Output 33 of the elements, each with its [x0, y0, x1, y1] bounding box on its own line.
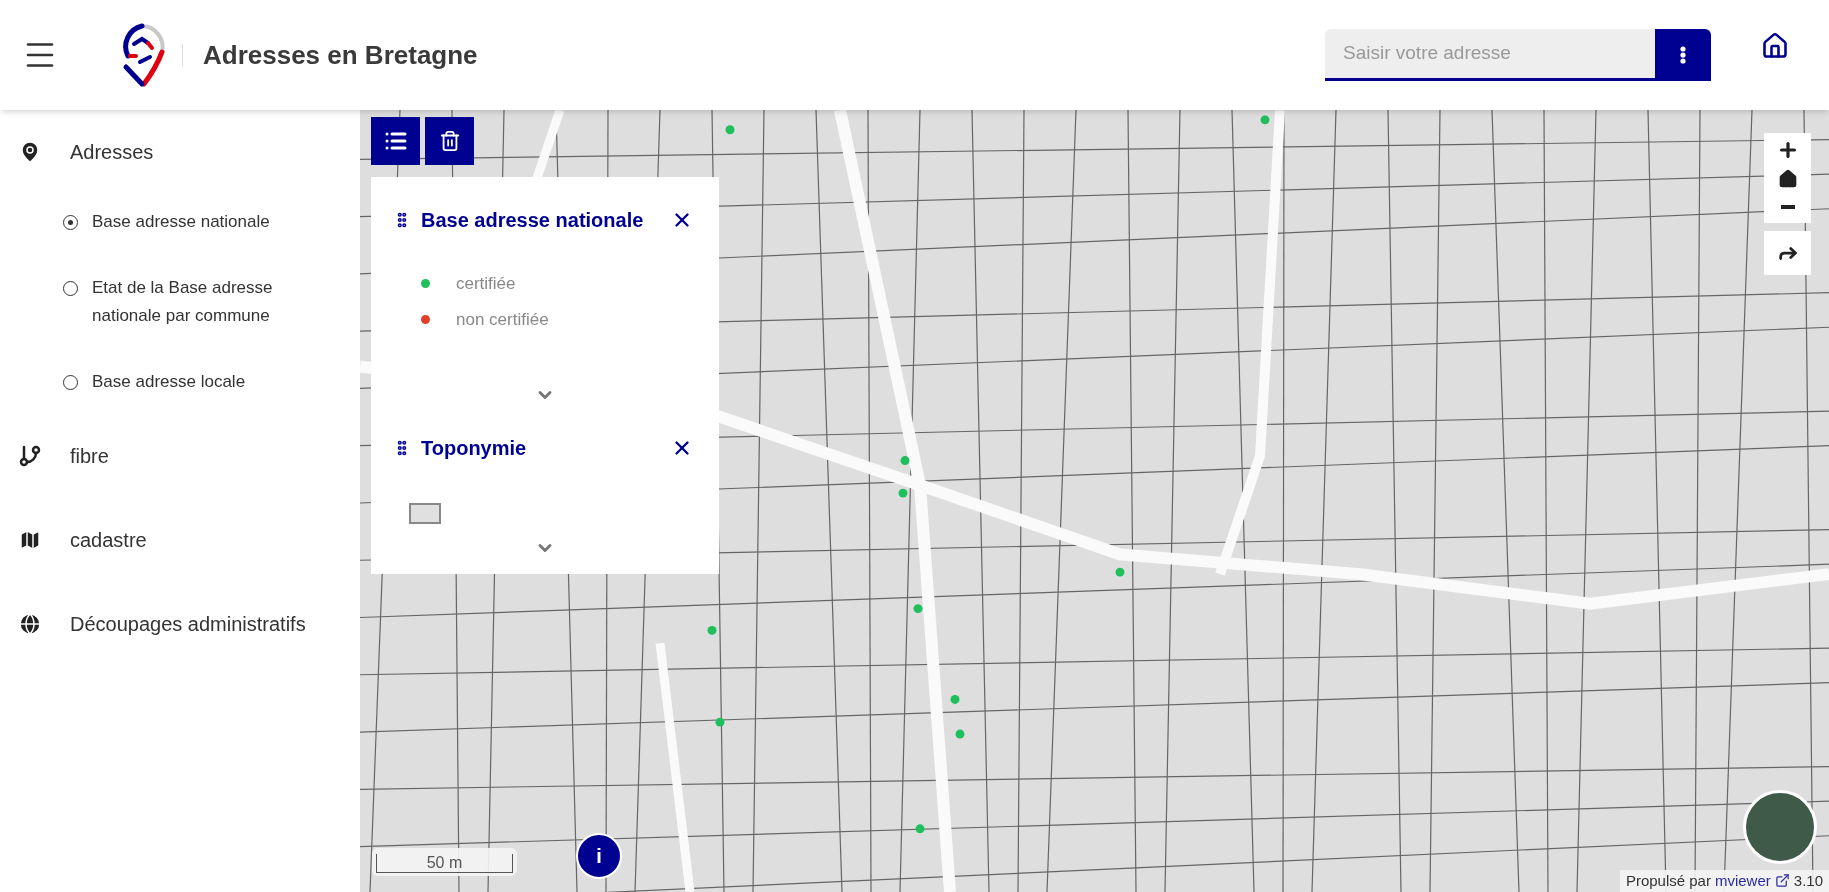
trash-icon: [438, 130, 461, 152]
layer-item[interactable]: Base adresse locale: [0, 368, 360, 396]
home-icon: [1777, 169, 1798, 189]
options-button[interactable]: [1655, 29, 1711, 81]
theme-item[interactable]: cadastre: [0, 512, 147, 568]
attribution-text: Propulsé par: [1625, 870, 1711, 891]
theme-icon: [18, 528, 42, 552]
theme-item[interactable]: Découpages administratifs: [0, 596, 306, 652]
more-icon: [1680, 46, 1686, 64]
legend-title: Toponymie: [421, 436, 528, 461]
version-text: 3.10: [1793, 870, 1823, 891]
minus-icon: [1780, 205, 1795, 209]
legend-label: certifiée: [456, 273, 516, 295]
theme-item[interactable]: Adresses: [0, 124, 154, 180]
theme-icon: [18, 444, 42, 468]
share-button[interactable]: [1764, 231, 1811, 275]
mviewer-link[interactable]: mviewer: [1714, 869, 1771, 892]
theme-icon: [18, 612, 42, 636]
layer-item[interactable]: Etat de la Base adresse nationale par commune: [0, 274, 360, 330]
external-link-icon: [1774, 873, 1790, 889]
delete-button[interactable]: [425, 117, 474, 165]
legend-label: non certifiée: [456, 308, 549, 331]
home-button[interactable]: [1761, 32, 1789, 60]
polygon-swatch-icon: [409, 503, 441, 524]
app-title: Adresses en Bretagne: [203, 38, 478, 72]
legend-button[interactable]: [371, 117, 420, 165]
layer-item[interactable]: Base adresse nationale: [0, 208, 360, 236]
legend-title: Base adresse nationale: [421, 208, 645, 233]
theme-item[interactable]: fibre: [0, 428, 109, 484]
scale-label: 50 m: [376, 854, 513, 873]
home-icon: [1761, 32, 1789, 60]
address-search-field[interactable]: Saisir votre adresse: [1325, 29, 1655, 81]
home-view-button[interactable]: [1777, 169, 1798, 189]
